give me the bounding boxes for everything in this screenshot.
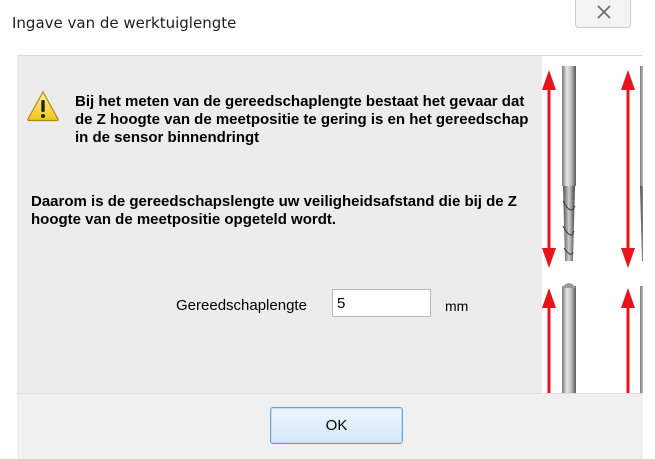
tool-length-label: Gereedschaplengte	[176, 297, 307, 314]
info-message: Daarom is de gereedschapslengte uw veili…	[31, 193, 517, 228]
end-mill-shank	[562, 66, 576, 186]
ok-button[interactable]: OK	[270, 407, 403, 444]
end-mill-shank	[640, 286, 643, 393]
window-title: Ingave van de werktuiglengte	[12, 14, 237, 32]
end-mill-shank	[562, 286, 576, 393]
end-mill-shank	[640, 66, 643, 186]
tool-length-input[interactable]	[332, 289, 431, 317]
window-frame-left	[0, 40, 17, 459]
warning-message: Bij het meten van de gereedschaplengte b…	[75, 93, 529, 146]
dialog-content: Bij het meten van de gereedschaplengte b…	[17, 55, 643, 393]
tool-length-illustration	[542, 56, 643, 393]
close-x-icon	[597, 5, 611, 19]
window-frame-right	[643, 40, 655, 459]
tool-length-unit: mm	[445, 298, 469, 314]
warning-triangle-icon	[27, 90, 59, 122]
title-bar: Ingave van de werktuiglengte	[0, 0, 655, 40]
dialog-window: Ingave van de werktuiglengte Bij het met…	[0, 0, 655, 459]
close-button[interactable]	[575, 0, 631, 28]
button-bar: OK	[17, 393, 643, 459]
